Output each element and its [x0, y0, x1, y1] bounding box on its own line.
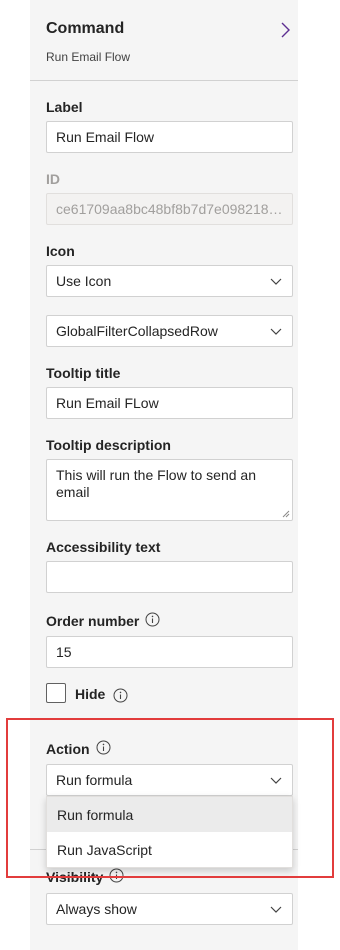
label-heading: Label: [46, 99, 83, 115]
icon-heading: Icon: [46, 243, 75, 259]
chevron-down-icon: [270, 906, 282, 913]
visibility-heading: Visibility: [46, 869, 104, 885]
action-option-run-javascript[interactable]: Run JavaScript: [47, 832, 292, 867]
id-heading: ID: [46, 171, 60, 187]
icon-name-dropdown[interactable]: GlobalFilterCollapsedRow: [46, 315, 293, 347]
tooltip-description-heading: Tooltip description: [46, 437, 171, 453]
order-number-heading: Order number: [46, 613, 140, 629]
accessibility-input[interactable]: [46, 561, 293, 593]
icon-type-dropdown[interactable]: Use Icon: [46, 265, 293, 297]
panel-subtitle: Run Email Flow: [46, 50, 131, 64]
action-option-run-formula[interactable]: Run formula: [47, 797, 292, 832]
chevron-down-icon: [270, 278, 282, 285]
resize-grip-icon[interactable]: [282, 510, 290, 518]
chevron-down-icon: [270, 328, 282, 335]
header-divider: [30, 80, 298, 81]
hide-checkbox[interactable]: [46, 683, 66, 703]
info-icon[interactable]: [96, 740, 111, 755]
chevron-down-icon: [270, 777, 282, 784]
id-input: ce61709aa8bc48bf8b7d7e0982182...: [46, 193, 293, 225]
action-heading: Action: [46, 741, 90, 757]
info-icon[interactable]: [113, 688, 128, 703]
tooltip-title-input[interactable]: Run Email FLow: [46, 387, 293, 419]
chevron-right-icon[interactable]: [278, 20, 292, 40]
panel-title: Command: [46, 20, 125, 37]
hide-label: Hide: [75, 686, 106, 702]
order-number-input[interactable]: 15: [46, 636, 293, 668]
tooltip-title-heading: Tooltip title: [46, 365, 121, 381]
info-icon[interactable]: [145, 612, 160, 627]
label-input[interactable]: Run Email Flow: [46, 121, 293, 153]
action-dropdown-menu: Run formula Run JavaScript: [46, 796, 293, 868]
accessibility-heading: Accessibility text: [46, 539, 161, 555]
action-dropdown[interactable]: Run formula: [46, 764, 293, 796]
tooltip-description-textarea[interactable]: This will run the Flow to send an email: [46, 459, 293, 521]
visibility-dropdown[interactable]: Always show: [46, 893, 293, 925]
info-icon[interactable]: [109, 868, 124, 883]
